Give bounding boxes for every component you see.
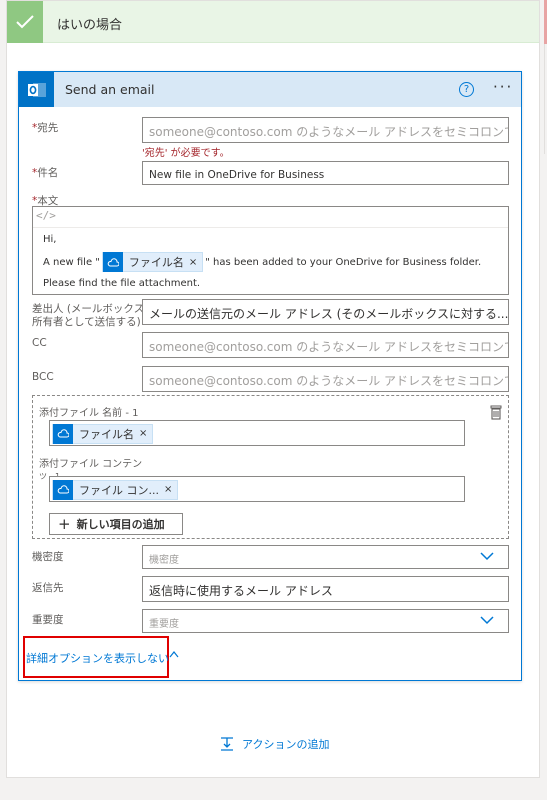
attachment-content-input[interactable]: ファイル コン... ×: [49, 476, 465, 502]
body-line-2: A new file " ファイル名 × " has been added to yo…: [43, 252, 481, 272]
card-title: Send an email: [65, 82, 155, 97]
remove-token-icon[interactable]: ×: [164, 484, 177, 495]
hide-advanced-options-link[interactable]: 詳細オプションを表示しない: [26, 650, 169, 666]
remove-token-icon[interactable]: ×: [189, 257, 202, 268]
subject-label: *件名: [32, 167, 59, 179]
sensitivity-dropdown[interactable]: 機密度: [142, 545, 509, 569]
plus-icon: +: [58, 515, 71, 533]
condition-title: はいの場合: [57, 18, 123, 33]
subject-input[interactable]: New file in OneDrive for Business: [142, 161, 509, 185]
check-icon: [7, 1, 43, 43]
onedrive-icon: [53, 423, 73, 444]
send-email-action-card: Send an email ? ··· *宛先 someone@contoso.…: [18, 71, 522, 681]
bcc-input[interactable]: someone@contoso.com のようなメール アドレスをセミコロンで.…: [142, 366, 509, 392]
more-options-icon[interactable]: ···: [493, 78, 513, 96]
body-toolbar-divider: [33, 227, 508, 228]
sensitivity-label: 機密度: [32, 551, 64, 563]
chevron-up-icon[interactable]: [169, 651, 179, 658]
advanced-options-highlight: 詳細オプションを表示しない: [23, 636, 169, 678]
from-label: 差出人 (メールボックス 所有者として送信する): [32, 303, 145, 328]
code-view-icon[interactable]: </>: [36, 209, 56, 222]
body-editor[interactable]: </> Hi, A new file " ファイル名 × " has been add…: [32, 206, 509, 295]
to-error: '宛先' が必要です。: [142, 148, 230, 159]
attachment-name-label: 添付ファイル 名前 - 1: [39, 408, 139, 419]
condition-header[interactable]: はいの場合: [7, 1, 539, 43]
chevron-down-icon: [480, 616, 494, 625]
help-icon[interactable]: ?: [459, 82, 474, 97]
outlook-icon: [19, 72, 54, 107]
attachments-group: 添付ファイル 名前 - 1 ファイル名× 添付ファイル コンテンツ - 1 ファ…: [32, 395, 509, 539]
importance-dropdown[interactable]: 重要度: [142, 609, 509, 633]
reply-to-input[interactable]: 返信時に使用するメール アドレス: [142, 576, 509, 602]
to-label: *宛先: [32, 122, 59, 134]
delete-item-icon[interactable]: [489, 405, 503, 424]
attachment-name-input[interactable]: ファイル名 ×: [49, 420, 465, 446]
add-action-icon: [221, 737, 233, 751]
body-line-3: Please find the file attachment.: [43, 278, 201, 289]
remove-token-icon[interactable]: ×: [139, 428, 152, 439]
card-header[interactable]: Send an email ? ···: [19, 72, 521, 107]
reply-to-label: 返信先: [32, 582, 64, 594]
cc-input[interactable]: someone@contoso.com のようなメール アドレスをセミコロンで.…: [142, 332, 509, 358]
add-action-label: アクションの追加: [242, 738, 330, 751]
to-input[interactable]: someone@contoso.com のようなメール アドレスをセミコロンで.…: [142, 117, 509, 143]
attachment-content-token[interactable]: ファイル コン... ×: [52, 479, 179, 500]
adjacent-branch-border: [544, 44, 545, 154]
onedrive-icon: [102, 252, 123, 272]
add-new-item-button[interactable]: + 新しい項目の追加: [49, 513, 183, 535]
filename-token[interactable]: ファイル名 ×: [101, 252, 204, 272]
onedrive-icon: [53, 479, 73, 500]
chevron-down-icon: [480, 552, 494, 561]
add-action-button[interactable]: アクションの追加: [219, 736, 329, 752]
bcc-label: BCC: [32, 371, 54, 383]
attachment-name-token[interactable]: ファイル名 ×: [52, 423, 154, 444]
body-line-1: Hi,: [43, 234, 57, 245]
from-input[interactable]: メールの送信元のメール アドレス (そのメールボックスに対する...: [142, 299, 509, 325]
cc-label: CC: [32, 337, 47, 349]
importance-label: 重要度: [32, 614, 64, 626]
